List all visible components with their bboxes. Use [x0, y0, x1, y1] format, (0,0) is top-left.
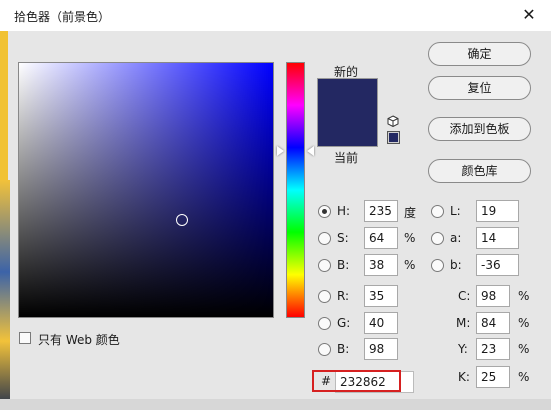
b-lab-label: b:	[450, 258, 462, 272]
ok-button[interactable]: 确定	[428, 42, 531, 66]
m-label: M:	[456, 316, 471, 330]
reset-button[interactable]: 复位	[428, 76, 531, 100]
web-safe-swatch-icon[interactable]	[387, 131, 400, 144]
title-bar: 拾色器（前景色） ✕	[0, 0, 551, 31]
y-label: Y:	[458, 342, 468, 356]
add-to-swatches-button[interactable]: 添加到色板	[428, 117, 531, 141]
hex-highlight-box	[312, 370, 401, 392]
web-colors-only-label: 只有 Web 颜色	[38, 333, 120, 347]
percent-unit: %	[518, 289, 530, 303]
radio-b-lab[interactable]	[431, 259, 444, 272]
radio-s[interactable]	[318, 232, 331, 245]
k-field[interactable]: 25	[476, 366, 510, 388]
percent-unit: %	[518, 370, 530, 384]
s-label: S:	[337, 231, 349, 245]
l-field[interactable]: 19	[476, 200, 519, 222]
percent-unit: %	[518, 316, 530, 330]
hue-slider-handle-left[interactable]	[277, 146, 284, 156]
close-icon[interactable]: ✕	[518, 4, 540, 26]
c-field[interactable]: 98	[476, 285, 510, 307]
color-libraries-button[interactable]: 颜色库	[428, 159, 531, 183]
current-color-label: 当前	[334, 151, 359, 165]
hue-slider-handle-right[interactable]	[307, 146, 314, 156]
s-field[interactable]: 64	[364, 227, 398, 249]
radio-b-rgb[interactable]	[318, 343, 331, 356]
radio-g[interactable]	[318, 317, 331, 330]
r-field[interactable]: 35	[364, 285, 398, 307]
a-field[interactable]: 14	[476, 227, 519, 249]
r-label: R:	[337, 289, 350, 303]
background-bottom	[0, 399, 551, 410]
degree-unit: 度	[404, 206, 417, 220]
g-field[interactable]: 40	[364, 312, 398, 334]
web-colors-only-checkbox[interactable]	[19, 332, 31, 344]
b-rgb-label: B:	[337, 342, 350, 356]
radio-r[interactable]	[318, 290, 331, 303]
l-label: L:	[450, 204, 461, 218]
y-field[interactable]: 23	[476, 338, 510, 360]
radio-b-hsb[interactable]	[318, 259, 331, 272]
color-field-cursor[interactable]	[176, 214, 188, 226]
window-title: 拾色器（前景色）	[14, 10, 111, 24]
new-color-swatch	[317, 78, 378, 116]
k-label: K:	[458, 370, 470, 384]
percent-unit: %	[404, 258, 416, 272]
h-field[interactable]: 235	[364, 200, 398, 222]
b-rgb-field[interactable]: 98	[364, 338, 398, 360]
radio-a[interactable]	[431, 232, 444, 245]
hue-slider[interactable]	[286, 62, 305, 318]
color-field[interactable]	[18, 62, 274, 318]
h-label: H:	[337, 204, 351, 218]
radio-l[interactable]	[431, 205, 444, 218]
m-field[interactable]: 84	[476, 312, 510, 334]
b-hsb-label: B:	[337, 258, 350, 272]
b-lab-field[interactable]: -36	[476, 254, 519, 276]
3d-cube-icon[interactable]	[387, 115, 399, 127]
percent-unit: %	[518, 342, 530, 356]
background-image-strip	[0, 180, 10, 410]
percent-unit: %	[404, 231, 416, 245]
g-label: G:	[337, 316, 351, 330]
current-color-swatch[interactable]	[317, 116, 378, 147]
b-hsb-field[interactable]: 38	[364, 254, 398, 276]
radio-h[interactable]	[318, 205, 331, 218]
c-label: C:	[458, 289, 471, 303]
a-label: a:	[450, 231, 462, 245]
